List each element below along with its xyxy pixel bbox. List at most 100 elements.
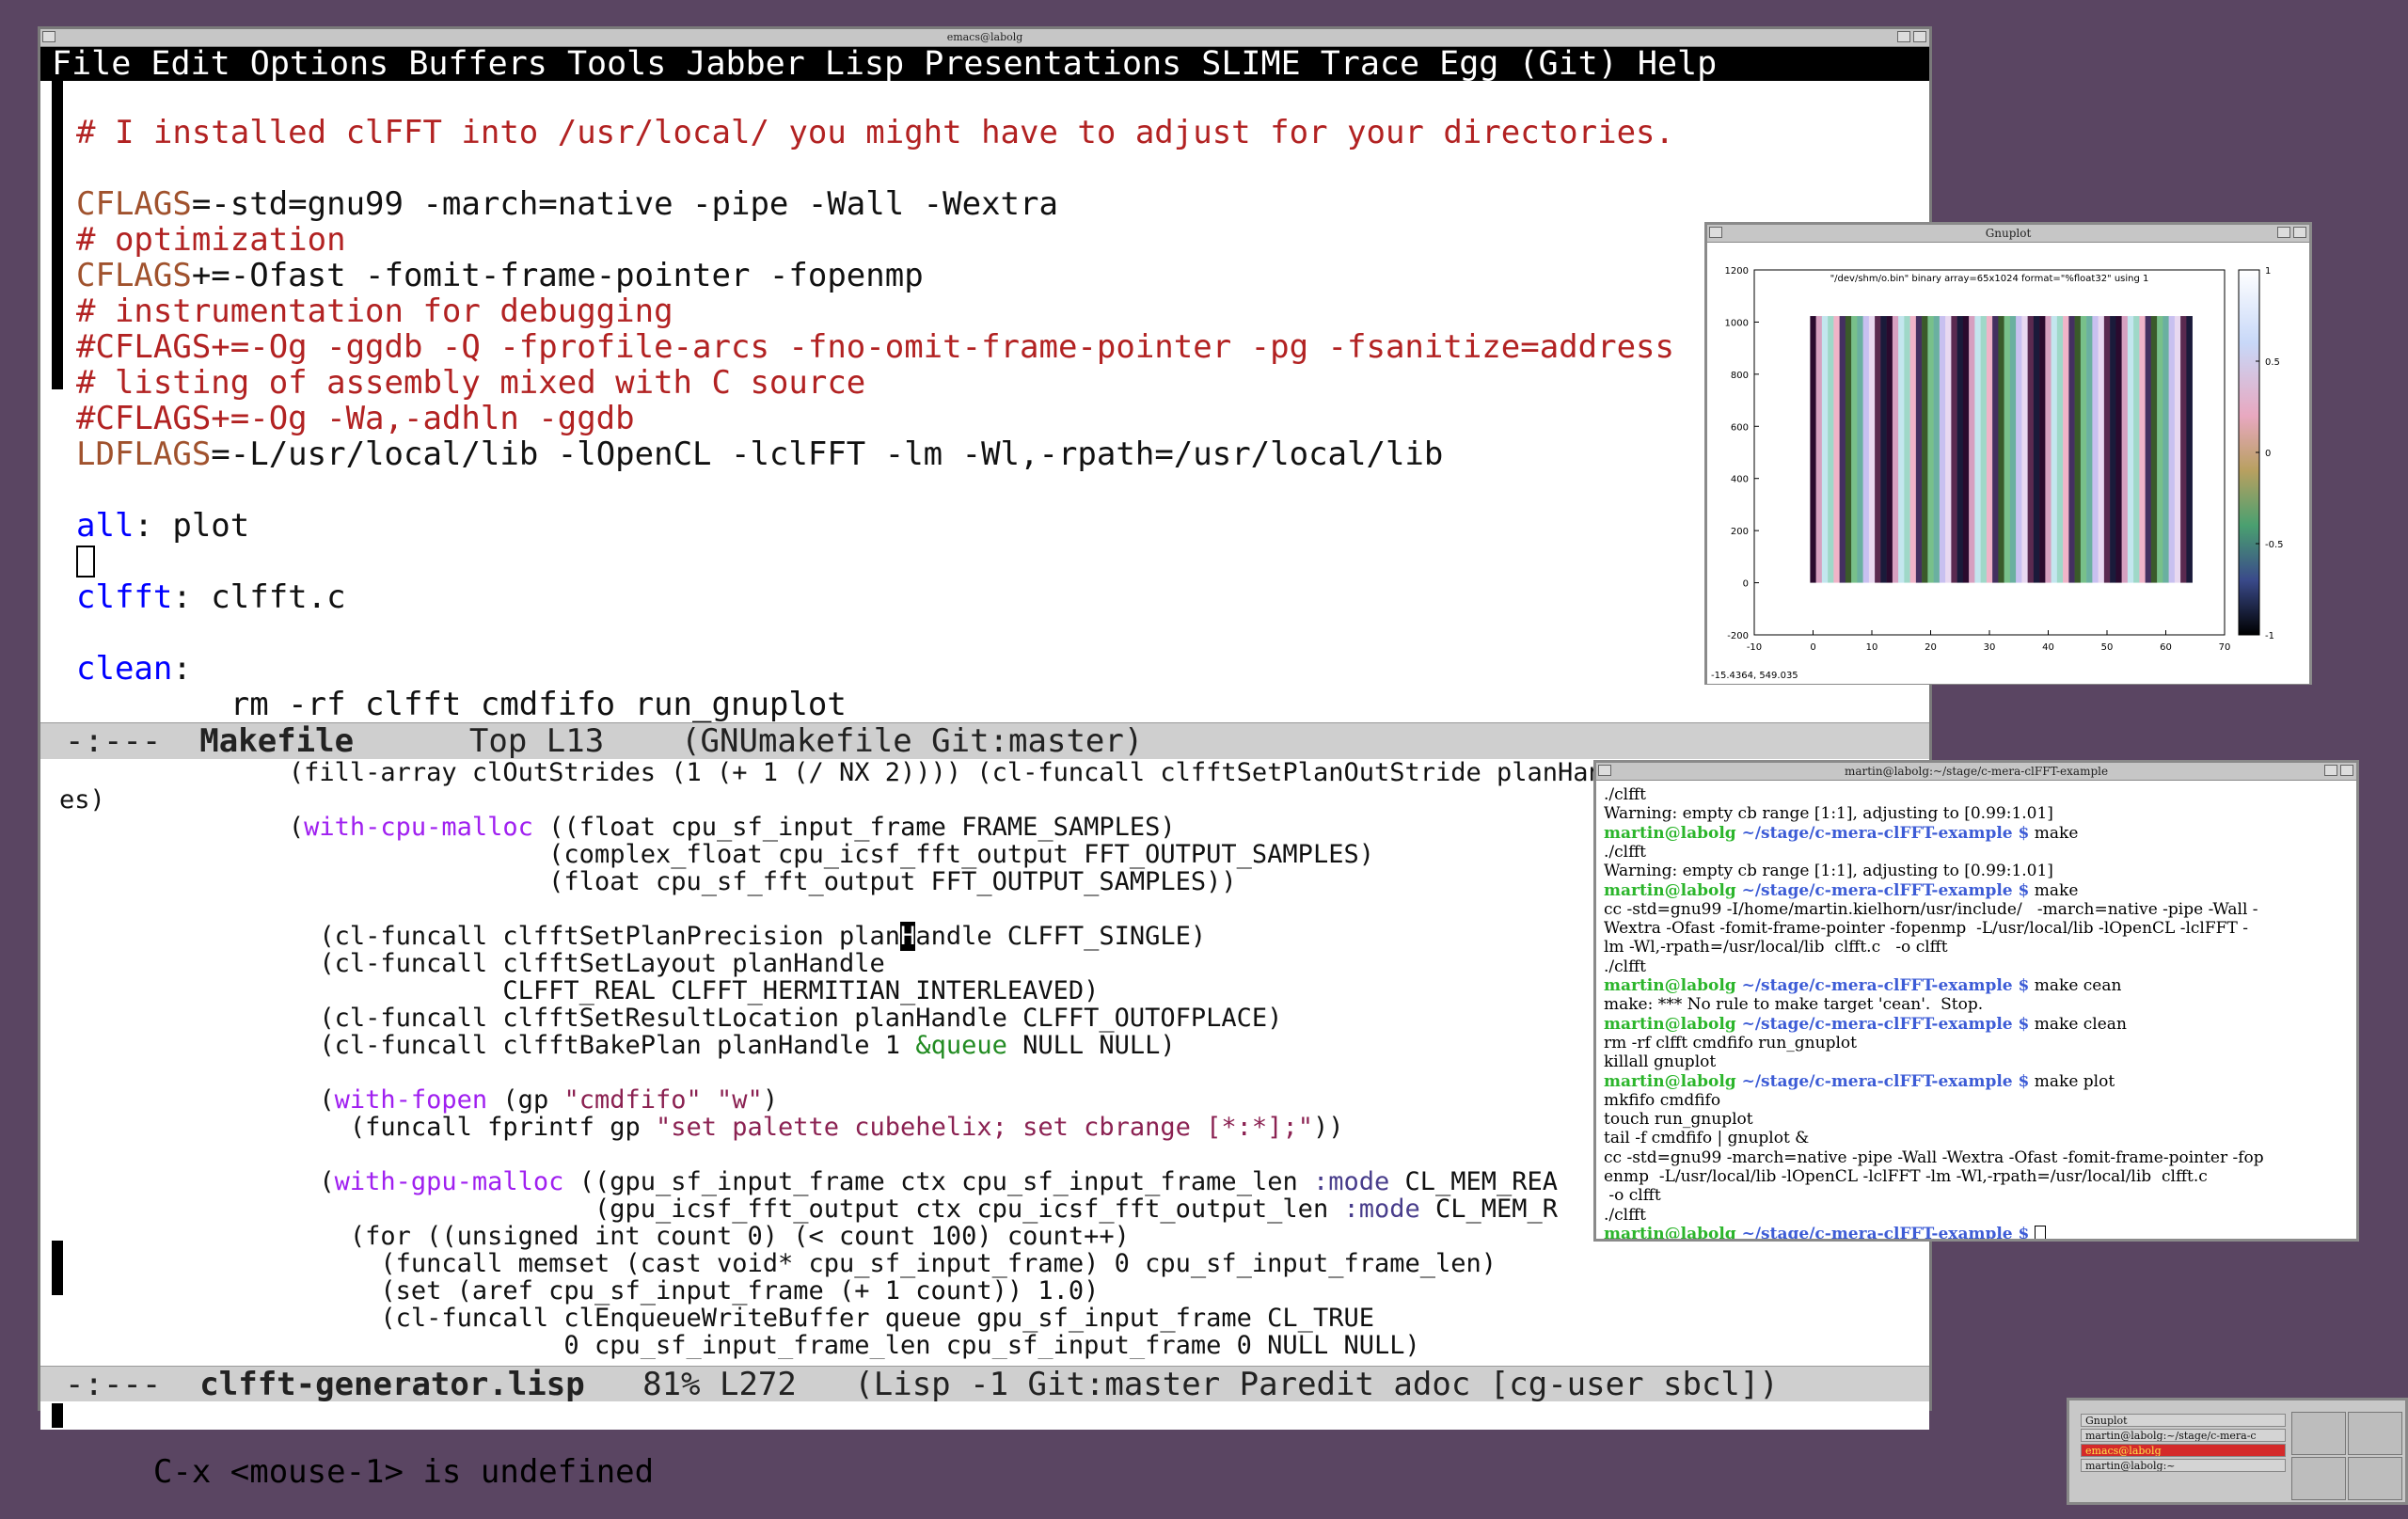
target-name: clfft [76,578,173,616]
window-menu-icon[interactable] [1709,227,1722,238]
pager-item-gnuplot[interactable]: Gnuplot [2081,1414,2286,1427]
xterm-window[interactable]: martin@labolg:~/stage/c-mera-clFFT-examp… [1593,760,2359,1242]
heatmap-column [2074,316,2082,583]
heatmap-column [1939,316,1946,583]
heatmap-column [1980,316,1988,583]
code-line: rm -rf clfft cmdfifo run_gnuplot [76,686,847,722]
prompt-command: make plot [2029,1071,2115,1091]
target-deps: : plot [134,507,250,545]
heatmap-column [2033,316,2040,583]
menu-options[interactable]: Options [250,45,389,83]
menu-lisp[interactable]: Lisp [825,45,904,83]
menu-jabber[interactable]: Jabber [686,45,804,83]
variable-name: CFLAGS [76,185,192,223]
heatmap-column [2004,316,2011,583]
x-tick-label: 40 [2042,642,2054,653]
heatmap-column [1922,316,1928,583]
code-line: #CFLAGS+=-Og -ggdb -Q -fprofile-arcs -fn… [76,328,1674,366]
window-menu-icon[interactable] [1598,765,1611,776]
gnuplot-window[interactable]: Gnuplot -10 0 10 20 30 40 50 60 70 -200 0 200 400 600… [1704,222,2312,685]
menu-buffers[interactable]: Buffers [408,45,547,83]
prompt-user: martin@labolg [1604,976,1736,995]
heatmap-column [1956,316,1964,583]
modeline-modes[interactable]: (GNUmakefile Git:master) [681,722,1143,760]
minimize-icon[interactable] [1897,31,1910,42]
heatmap-column [1998,316,2004,583]
window-pager[interactable]: Gnuplot martin@labolg:~/stage/c-mera-c e… [2067,1398,2408,1505]
menu-edit[interactable]: Edit [150,45,230,83]
terminal-line: cc -std=gnu99 -march=native -pipe -Wall … [1604,1147,2264,1167]
heatmap-column [1828,316,1834,583]
heatmap-column [1880,316,1887,583]
variable-name: CFLAGS [76,257,192,294]
code-line: (with-gpu-malloc ((gpu_sf_input_frame ct… [59,1167,1559,1196]
pager-item-xterm[interactable]: martin@labolg:~/stage/c-mera-c [2081,1429,2286,1442]
pager-desktop-4[interactable] [2348,1457,2402,1500]
y-tick-label: -200 [1727,631,1749,641]
prompt-command: make [2029,823,2079,843]
minimize-icon[interactable] [2277,227,2290,238]
makefile-buffer[interactable]: # I installed clFFT into /usr/local/ you… [40,81,1929,722]
heatmap-column [1857,316,1863,583]
window-menu-icon[interactable] [42,31,55,42]
target-deps: : [172,650,192,688]
terminal-output[interactable]: ./clfft Warning: empty cb range [1:1], ad… [1596,785,2356,1239]
heatmap-column [2092,316,2099,583]
menu-egg-git[interactable]: Egg (Git) [1439,45,1618,83]
heatmap-column [1909,316,1917,583]
heatmap-column [1962,316,1970,583]
pager-desktop-1[interactable] [2291,1412,2346,1455]
modeline-makefile[interactable]: -:--- Makefile Top L13 (GNUmakefile Git:… [40,722,1929,760]
heatmap-column [1815,316,1823,583]
terminal-line: touch run_gnuplot [1604,1110,1753,1130]
pager-desktop-3[interactable] [2291,1457,2346,1500]
heatmap-column [2051,316,2058,583]
pager-item-terminal[interactable]: martin@labolg:~ [2081,1459,2286,1472]
modeline-modes[interactable]: (Lisp -1 Git:master Paredit adoc [cg-use… [854,1366,1779,1403]
xterm-title: martin@labolg:~/stage/c-mera-clFFT-examp… [1844,765,2109,778]
menu-tools[interactable]: Tools [567,45,666,83]
code-line: (funcall memset (cast void* cpu_sf_input… [59,1249,1497,1278]
heatmap-column [1851,316,1858,583]
pager-item-emacs[interactable]: emacs@labolg [2081,1444,2286,1457]
heatmap-column [2145,316,2152,583]
menu-file[interactable]: File [52,45,131,83]
maximize-icon[interactable] [2340,765,2353,776]
modeline-buffer-name[interactable]: Makefile [199,722,354,760]
minibuffer-message: C-x <mouse-1> is undefined [152,1453,655,1491]
target-name: all [76,507,135,545]
modeline-buffer-name[interactable]: clfft-generator.lisp [199,1366,584,1403]
xterm-titlebar[interactable]: martin@labolg:~/stage/c-mera-clFFT-examp… [1596,763,2356,781]
terminal-line: ./clfft [1604,842,1646,862]
maximize-icon[interactable] [2293,227,2306,238]
heatmap-column [1810,316,1816,583]
colorbar-tick-label: 0 [2265,449,2271,459]
menu-slime[interactable]: SLIME [1201,45,1300,83]
menu-trace[interactable]: Trace [1321,45,1419,83]
code-line: es) [59,785,105,815]
variable-name: LDFLAGS [76,435,212,473]
menu-presentations[interactable]: Presentations [924,45,1181,83]
code-line: CFLAGS+=-Ofast -fomit-frame-pointer -fop… [76,258,924,293]
shell-prompt-line: martin@labolg ~/stage/c-mera-clFFT-examp… [1604,824,2078,843]
y-tick-label: 1000 [1725,318,1749,328]
terminal-line: Wextra -Ofast -fomit-frame-pointer -fope… [1604,919,2248,939]
minimize-icon[interactable] [2324,765,2337,776]
maximize-icon[interactable] [1913,31,1926,42]
minibuffer[interactable]: C-x <mouse-1> is undefined [40,1401,1929,1488]
pager-desktop-2[interactable] [2348,1412,2402,1455]
gnuplot-title: Gnuplot [1985,227,2032,240]
code-line: clfft: clfft.c [76,579,346,615]
heatmap-column [2098,316,2105,583]
modeline-lisp[interactable]: -:--- clfft-generator.lisp 81% L272 (Lis… [40,1366,1929,1403]
shell-prompt-line: martin@labolg ~/stage/c-mera-clFFT-examp… [1604,1015,2127,1034]
heatmap-column [2139,316,2146,583]
gnuplot-heatmap[interactable]: -10 0 10 20 30 40 50 60 70-200020040060080010001… [1707,244,2309,684]
menu-help[interactable]: Help [1638,45,1717,83]
shell-prompt-line: martin@labolg ~/stage/c-mera-clFFT-examp… [1604,1225,2046,1239]
code-line: (for ((unsigned int count 0) (< count 10… [59,1222,1130,1251]
prompt-user: martin@labolg [1604,823,1736,843]
code-line: # optimization [76,221,346,259]
gnuplot-titlebar[interactable]: Gnuplot [1707,225,2309,243]
heatmap-column [2133,316,2140,583]
